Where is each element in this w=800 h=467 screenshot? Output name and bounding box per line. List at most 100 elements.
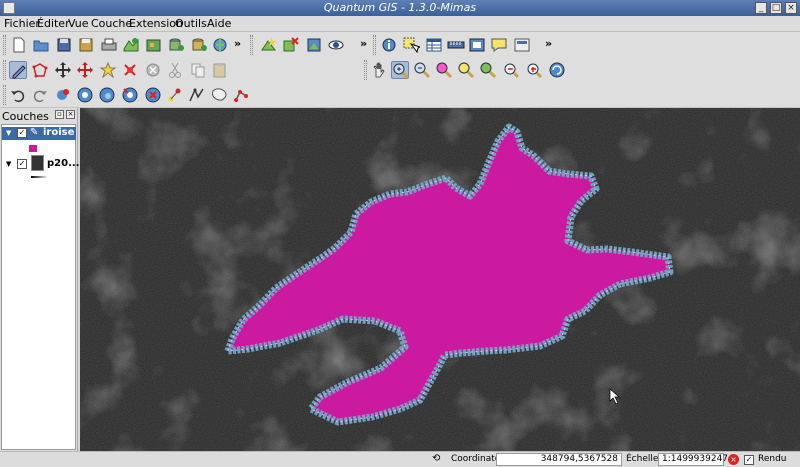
panel-close-icon[interactable]: × <box>66 110 75 119</box>
attribute-table-icon[interactable] <box>425 36 443 54</box>
capture-polygon-icon[interactable] <box>31 61 49 79</box>
collapse-arrow-icon[interactable]: ▼ <box>6 129 11 137</box>
reshape-features-icon[interactable] <box>166 86 184 104</box>
simplify-feature-icon[interactable] <box>54 86 72 104</box>
coordinate-field[interactable]: 348794,5367528 <box>496 453 622 466</box>
add-spatialite-layer-icon[interactable] <box>190 36 208 54</box>
toolbar-row-advanced-edit <box>0 82 800 108</box>
open-project-icon[interactable] <box>32 36 50 54</box>
layer-name: iroise <box>43 127 75 138</box>
delete-selected-icon[interactable] <box>144 61 162 79</box>
zoom-last-icon[interactable] <box>502 61 520 79</box>
render-checkbox[interactable]: ✓ <box>744 455 754 465</box>
add-ring-icon[interactable] <box>76 86 94 104</box>
raster-thumbnail-icon <box>31 155 44 171</box>
layer-visibility-checkbox[interactable]: ✓ <box>17 159 27 169</box>
map-tips-icon[interactable] <box>490 36 508 54</box>
refresh-icon[interactable] <box>548 61 566 79</box>
menu-editer[interactable]: Éditer <box>37 17 70 30</box>
layers-panel-title: Couches <box>2 110 49 123</box>
cut-features-icon[interactable] <box>166 61 184 79</box>
show-all-layers-icon[interactable] <box>327 36 345 54</box>
layers-panel: Couches ▫ × ▼ ✓ ✎ iroise ▼ ✓ p20... <box>0 108 79 451</box>
toolbar-grip[interactable] <box>364 60 367 80</box>
add-wms-layer-icon[interactable] <box>212 36 230 54</box>
collapse-arrow-icon[interactable]: ▼ <box>6 160 11 168</box>
zoom-next-icon[interactable] <box>525 61 543 79</box>
menu-bar: Fichier Éditer Vue Couche Extension Outi… <box>0 16 800 32</box>
progress-icon: ⟲ <box>432 453 441 464</box>
layer-tree: ▼ ✓ ✎ iroise ▼ ✓ p20... <box>1 124 79 450</box>
merge-features-icon[interactable] <box>210 86 228 104</box>
panel-float-icon[interactable]: ▫ <box>55 110 64 119</box>
menu-outils[interactable]: Outils <box>175 17 207 30</box>
polygon-symbol-icon <box>29 145 37 152</box>
toggle-editing-icon[interactable] <box>9 61 27 79</box>
menu-fichier[interactable]: Fichier <box>4 17 40 30</box>
new-project-icon[interactable] <box>10 36 28 54</box>
select-features-icon[interactable] <box>402 36 420 54</box>
map-render <box>80 108 800 451</box>
toolbar-grip[interactable] <box>3 35 6 55</box>
pencil-icon: ✎ <box>30 127 39 138</box>
save-as-icon[interactable] <box>77 36 95 54</box>
toolbar-grip[interactable] <box>250 35 253 55</box>
move-feature-icon[interactable] <box>54 61 72 79</box>
toolbar-grip[interactable] <box>373 35 376 55</box>
maximize-icon[interactable]: □ <box>770 2 782 14</box>
raster-gradient-icon <box>31 176 47 178</box>
pan-map-icon[interactable] <box>370 61 388 79</box>
add-vector-layer-icon[interactable] <box>122 36 140 54</box>
new-vector-layer-icon[interactable] <box>260 36 278 54</box>
map-canvas[interactable] <box>80 108 800 451</box>
add-postgis-layer-icon[interactable] <box>167 36 185 54</box>
new-bookmark-icon[interactable] <box>513 36 531 54</box>
layer-visibility-checkbox[interactable]: ✓ <box>17 128 27 138</box>
add-vertex-icon[interactable] <box>99 61 117 79</box>
save-icon[interactable] <box>55 36 73 54</box>
menu-aide[interactable]: Aide <box>207 17 231 30</box>
toolbar-grip[interactable] <box>3 85 6 105</box>
add-raster-layer-icon[interactable] <box>145 36 163 54</box>
render-label: Rendu <box>758 454 787 464</box>
close-icon[interactable]: × <box>785 2 797 14</box>
measure-line-icon[interactable] <box>447 36 465 54</box>
menu-vue[interactable]: Vue <box>68 17 89 30</box>
delete-part-icon[interactable] <box>144 86 162 104</box>
title-bar: Quantum GIS - 1.3.0-Mimas _ □ × <box>0 0 800 16</box>
identify-features-icon[interactable] <box>380 36 398 54</box>
toolbar-more-icon[interactable]: » <box>360 37 367 50</box>
measure-area-icon[interactable] <box>468 36 486 54</box>
copy-features-icon[interactable] <box>189 61 207 79</box>
zoom-to-layer-icon[interactable] <box>479 61 497 79</box>
layer-name[interactable]: p20... <box>47 158 79 169</box>
toolbar-grip[interactable] <box>3 60 6 80</box>
print-icon[interactable] <box>100 36 118 54</box>
paste-features-icon[interactable] <box>211 61 229 79</box>
stop-render-icon[interactable]: × <box>728 454 739 465</box>
zoom-to-selection-icon[interactable] <box>457 61 475 79</box>
delete-ring-icon[interactable] <box>121 86 139 104</box>
zoom-full-icon[interactable] <box>435 61 453 79</box>
undo-icon[interactable] <box>9 86 27 104</box>
layer-row-iroise[interactable]: ▼ ✓ ✎ iroise <box>2 127 76 140</box>
toolbar-more-icon[interactable]: » <box>545 37 552 50</box>
status-bar: ⟲ Coordinate: 348794,5367528 Échelle 1:1… <box>0 451 800 467</box>
add-island-icon[interactable] <box>98 86 116 104</box>
move-vertex-icon[interactable] <box>76 61 94 79</box>
zoom-out-icon[interactable] <box>413 61 431 79</box>
split-features-icon[interactable] <box>188 86 206 104</box>
redo-icon[interactable] <box>31 86 49 104</box>
toolbar-more-icon[interactable]: » <box>234 37 241 50</box>
window-title: Quantum GIS - 1.3.0-Mimas <box>323 1 477 14</box>
scale-field[interactable]: 1:1499939247 <box>658 453 728 466</box>
delete-vertex-icon[interactable] <box>121 61 139 79</box>
remove-layer-icon[interactable] <box>282 36 300 54</box>
minimize-icon[interactable]: _ <box>755 2 767 14</box>
zoom-in-icon[interactable] <box>391 61 410 80</box>
add-all-to-overview-icon[interactable] <box>305 36 323 54</box>
menu-couche[interactable]: Couche <box>91 17 132 30</box>
node-tool-icon[interactable] <box>233 86 251 104</box>
scale-label: Échelle <box>626 454 659 464</box>
toolbar-row-digitize-navigate <box>0 57 800 83</box>
